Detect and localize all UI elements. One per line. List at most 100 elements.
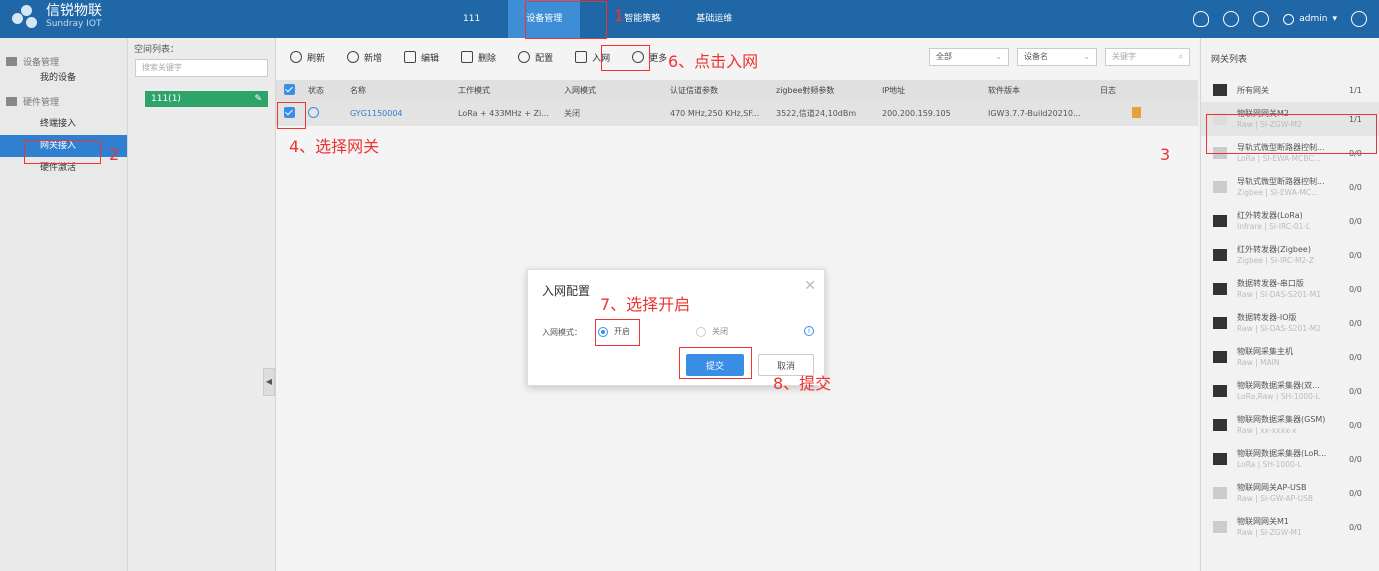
gateway-name: 物联网网关AP-USB bbox=[1237, 483, 1307, 492]
sidebar-section-label: 设备管理 bbox=[23, 57, 60, 68]
gateway-count: 0/0 bbox=[1349, 182, 1362, 192]
select-all-checkbox[interactable] bbox=[276, 83, 300, 97]
close-icon[interactable]: ✕ bbox=[804, 278, 816, 294]
delete-button[interactable]: 删除 bbox=[461, 51, 496, 64]
annotation-box-4 bbox=[277, 102, 306, 129]
chevron-down-icon: ▾ bbox=[1332, 14, 1337, 24]
gateway-list-item[interactable]: 物联网网关AP-USB Raw | SI-GW-AP-USB 0/0 bbox=[1201, 476, 1379, 510]
app-name: 信锐物联 bbox=[46, 3, 102, 19]
space-node[interactable]: 111(1) ✎ bbox=[145, 91, 268, 107]
sidebar-item-terminal-access[interactable]: 终端接入 bbox=[0, 113, 127, 135]
info-icon[interactable]: i bbox=[804, 326, 814, 336]
message-icon[interactable] bbox=[1223, 11, 1240, 27]
annotation-2: 2 bbox=[109, 145, 120, 164]
sidebar-section-hardware[interactable]: 硬件管理 bbox=[0, 89, 127, 113]
trash-icon bbox=[461, 51, 474, 63]
search-placeholder: 关键字 bbox=[1112, 52, 1136, 61]
gateway-list-item[interactable]: 数据转发器-串口版 Raw | SI-DAS-S201-M1 0/0 bbox=[1201, 272, 1379, 306]
gateway-model: Raw | SI-ZGW-M1 bbox=[1237, 528, 1302, 537]
toolbar-label: 更多 bbox=[649, 53, 668, 64]
filter-all-select[interactable]: 全部 ⌄ bbox=[929, 48, 1009, 66]
sidebar-section-device[interactable]: 设备管理 bbox=[0, 49, 127, 73]
bulb-icon[interactable] bbox=[1193, 11, 1210, 27]
space-search-input[interactable]: 搜索关键字 bbox=[135, 59, 268, 77]
refresh-button[interactable]: 刷新 bbox=[290, 51, 325, 64]
gateway-name: 数据转发器-IO版 bbox=[1237, 313, 1297, 322]
annotation-box-7 bbox=[595, 319, 640, 346]
space-panel: 空间列表： 搜索关键字 111(1) ✎ bbox=[128, 38, 276, 571]
col-ip[interactable]: IP地址 bbox=[874, 85, 980, 96]
nav-space[interactable]: 111 bbox=[445, 0, 498, 38]
col-status[interactable]: 状态 bbox=[300, 85, 342, 96]
gateway-list-item[interactable]: 物联网数据采集器(LoR... LoRa | SH-1000-L 0/0 bbox=[1201, 442, 1379, 476]
gateway-device-icon bbox=[1213, 351, 1227, 363]
toolbar-label: 新增 bbox=[364, 53, 383, 64]
cell-ip: 200.200.159.105 bbox=[882, 108, 951, 118]
annotation-box-8 bbox=[679, 347, 752, 379]
device-name-link[interactable]: GYG1150004 bbox=[342, 109, 450, 118]
gateway-name: 物联网数据采集器(GSM) bbox=[1237, 415, 1326, 424]
cell-version: IGW3.7.7-Build20210... bbox=[988, 108, 1081, 118]
sidebar-item-my-devices[interactable]: 我的设备 bbox=[0, 73, 127, 89]
gateway-count: 0/0 bbox=[1349, 250, 1362, 260]
config-button[interactable]: 配置 bbox=[518, 51, 553, 64]
gateway-name: 物联网网关M1 bbox=[1237, 517, 1289, 526]
gateway-name: 物联网数据采集器(LoR... bbox=[1237, 449, 1327, 458]
filter-field-select[interactable]: 设备名 ⌄ bbox=[1017, 48, 1097, 66]
nav-ops[interactable]: 基础运维 bbox=[678, 0, 750, 38]
edit-button[interactable]: 编辑 bbox=[404, 51, 439, 64]
plus-icon bbox=[347, 51, 360, 63]
collapse-toggle[interactable]: ◀ bbox=[263, 368, 275, 396]
gateway-list-item[interactable]: 物联网网关M1 Raw | SI-ZGW-M1 0/0 bbox=[1201, 510, 1379, 544]
col-mode[interactable]: 工作模式 bbox=[450, 85, 556, 96]
space-node-label: 111(1) bbox=[151, 94, 181, 104]
gateway-count: 0/0 bbox=[1349, 318, 1362, 328]
sidebar: 设备管理 我的设备 硬件管理 终端接入 网关接入 硬件激活 bbox=[0, 38, 128, 571]
gateway-list-item[interactable]: 数据转发器-IO版 Raw | SI-DAS-S201-M2 0/0 bbox=[1201, 306, 1379, 340]
gateway-model: Zigbee | SI-EWA-MC... bbox=[1237, 188, 1319, 197]
gateway-list-item[interactable]: 导轨式微型断路器控制... Zigbee | SI-EWA-MC... 0/0 bbox=[1201, 170, 1379, 204]
radio-disable[interactable]: 关闭 bbox=[696, 326, 728, 337]
log-icon[interactable] bbox=[1092, 106, 1172, 120]
user-menu[interactable]: admin ▾ bbox=[1283, 13, 1337, 25]
help-icon[interactable] bbox=[1253, 11, 1270, 27]
gateway-list-item[interactable]: 物联网采集主机 Raw | MAIN 0/0 bbox=[1201, 340, 1379, 374]
status-icon bbox=[300, 106, 342, 120]
annotation-3: 3 bbox=[1160, 145, 1171, 164]
gateway-list-item[interactable]: 所有网关 1/1 bbox=[1201, 78, 1379, 102]
keyword-search-input[interactable]: 关键字 ⌕ bbox=[1105, 48, 1190, 66]
search-icon[interactable]: ⌕ bbox=[1179, 49, 1183, 65]
filter-value: 全部 bbox=[936, 52, 952, 61]
gateway-model: LoRa | SH-1000-L bbox=[1237, 460, 1302, 469]
sidebar-section-label: 硬件管理 bbox=[23, 97, 60, 108]
gateway-model: Raw | SI-GW-AP-USB bbox=[1237, 494, 1314, 503]
logo: 信锐物联 Sundray IOT bbox=[12, 3, 102, 31]
logo-icon bbox=[12, 5, 40, 31]
col-zigbee[interactable]: zigbee射频参数 bbox=[768, 85, 874, 96]
col-version[interactable]: 软件版本 bbox=[980, 85, 1092, 96]
join-mode-label: 入网模式： bbox=[542, 328, 582, 337]
gateway-device-icon bbox=[1213, 521, 1227, 533]
top-bar: 信锐物联 Sundray IOT 111 设备管理 智能策略 基础运维 admi… bbox=[0, 0, 1379, 38]
gateway-model: Raw | SI-DAS-S201-M1 bbox=[1237, 290, 1322, 299]
col-name[interactable]: 名称 bbox=[342, 85, 450, 96]
annotation-4: 4、选择网关 bbox=[289, 137, 380, 156]
add-button[interactable]: 新增 bbox=[347, 51, 382, 64]
table-row[interactable]: GYG1150004 LoRa + 433MHz + Zi... 关闭 470 … bbox=[276, 100, 1198, 126]
edit-icon[interactable]: ✎ bbox=[254, 91, 262, 107]
gateway-model: LoRa,Raw | SH-1000-L bbox=[1237, 392, 1320, 401]
gateway-list-item[interactable]: 物联网数据采集器(双... LoRa,Raw | SH-1000-L 0/0 bbox=[1201, 374, 1379, 408]
gateway-device-icon bbox=[1213, 181, 1227, 193]
gateway-list-item[interactable]: 物联网数据采集器(GSM) Raw | xx-xxxx-x 0/0 bbox=[1201, 408, 1379, 442]
col-join[interactable]: 入网模式 bbox=[556, 85, 662, 96]
dialog-title: 入网配置 bbox=[542, 284, 591, 298]
gateway-list-item[interactable]: 红外转发器(Zigbee) Zigbee | SI-IRC-M2-Z 0/0 bbox=[1201, 238, 1379, 272]
gateway-list-item[interactable]: 红外转发器(LoRa) Infrare | SI-IRC-01-L 0/0 bbox=[1201, 204, 1379, 238]
chevron-down-icon: ⌄ bbox=[995, 52, 1002, 61]
col-log[interactable]: 日志 bbox=[1092, 85, 1172, 96]
logout-icon[interactable] bbox=[1351, 11, 1367, 27]
gateway-model: Raw | MAIN bbox=[1237, 358, 1280, 367]
gateway-name: 物联网采集主机 bbox=[1237, 347, 1293, 356]
col-auth[interactable]: 认证信道参数 bbox=[662, 85, 768, 96]
gateway-device-icon bbox=[1213, 84, 1227, 96]
